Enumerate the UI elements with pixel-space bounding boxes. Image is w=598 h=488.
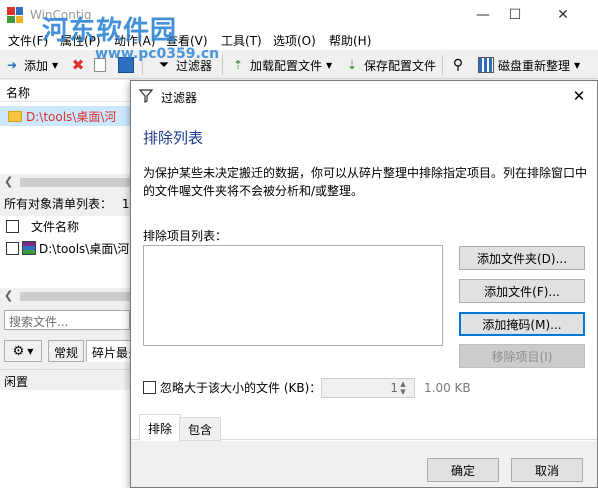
- size-hint: 1.00 KB: [424, 381, 471, 395]
- ok-button[interactable]: 确定: [427, 458, 499, 482]
- exclusion-list-label: 排除项目列表：: [143, 229, 228, 243]
- horizontal-scrollbar[interactable]: ❮: [0, 174, 130, 191]
- status-bar: 闲置: [0, 369, 130, 390]
- list-item-path: D:\tools\桌面\河: [26, 109, 117, 124]
- name-column-header[interactable]: 名称: [0, 80, 130, 102]
- add-label: 添加: [24, 58, 49, 73]
- watermark-logo: 河东软件园: [42, 16, 178, 46]
- load-config-label: 加载配置文件: [250, 58, 323, 73]
- all-objects-text: 所有对象清单列表：: [4, 197, 113, 211]
- dialog-title-bar: 过滤器 ✕: [131, 81, 597, 111]
- add-folder-button[interactable]: 添加文件夹(D)...: [459, 246, 585, 270]
- row-checkbox[interactable]: [6, 241, 19, 255]
- table-row[interactable]: D:\tools\桌面\河: [0, 238, 130, 258]
- close-button[interactable]: ✕: [540, 0, 586, 30]
- defrag-label: 磁盘重新整理: [498, 58, 571, 73]
- list-item[interactable]: D:\tools\桌面\河: [0, 106, 130, 126]
- app-icon: [7, 7, 23, 23]
- file-name-header[interactable]: 文件名称: [31, 218, 79, 235]
- dialog-footer: 确定 取消: [131, 441, 597, 487]
- watermark-url: www.pc0359.cn: [95, 46, 220, 62]
- search-input[interactable]: 搜索文件...: [4, 310, 130, 330]
- all-objects-label: 所有对象清单列表： 1: [4, 195, 129, 212]
- dialog-description: 为保护某些未决定搬迁的数据，你可以从碎片整理中排除指定项目。列在排除窗口中的文件…: [143, 166, 588, 198]
- scroll-left-icon[interactable]: ❮: [4, 289, 13, 302]
- chevron-down-icon: ▼: [574, 60, 581, 70]
- menu-options[interactable]: 选项(O): [273, 32, 316, 49]
- object-list: D:\tools\桌面\河: [0, 102, 130, 174]
- add-mask-button[interactable]: 添加掩码(M)...: [459, 312, 585, 336]
- add-icon: ➜: [6, 58, 18, 72]
- delete-icon: ✖: [71, 56, 85, 74]
- bottom-toolbar: ⚙ ▼ 常规 碎片最多: [0, 336, 147, 368]
- search-icon: ⚲: [452, 57, 464, 73]
- size-stepper[interactable]: ▲ ▼: [396, 379, 410, 397]
- chevron-down-icon: ▼: [326, 60, 333, 70]
- cancel-button[interactable]: 取消: [511, 458, 583, 482]
- select-all-checkbox[interactable]: [6, 219, 19, 233]
- dialog-close-button[interactable]: ✕: [561, 81, 597, 111]
- save-icon: ⇣: [346, 58, 358, 72]
- menu-tools[interactable]: 工具(T): [221, 32, 262, 49]
- ignore-size-option[interactable]: 忽略大于该大小的文件 (KB)：: [143, 379, 321, 396]
- all-objects-count: 1: [121, 197, 130, 211]
- ignore-size-checkbox[interactable]: [143, 381, 156, 394]
- exclusion-list[interactable]: [143, 245, 443, 346]
- chevron-down-icon: ▼: [52, 60, 59, 70]
- spin-down-icon[interactable]: ▼: [400, 388, 405, 396]
- chevron-down-icon: ▼: [27, 346, 34, 356]
- dialog-title: 过滤器: [161, 91, 198, 105]
- file-table-header: 文件名称: [0, 216, 130, 236]
- folder-icon: [8, 110, 22, 122]
- scroll-left-icon[interactable]: ❮: [4, 175, 13, 188]
- file-row-path: D:\tools\桌面\河: [39, 241, 130, 256]
- defrag-button[interactable]: 磁盘重新整理 ▼: [478, 55, 580, 75]
- remove-button[interactable]: ✖: [70, 55, 90, 75]
- ignore-size-label: 忽略大于该大小的文件 (KB)：: [160, 381, 322, 395]
- add-file-button[interactable]: 添加文件(F)...: [459, 279, 585, 303]
- dialog-heading: 排除列表: [143, 129, 204, 147]
- toolbar-separator: [442, 55, 443, 75]
- filter-icon: [139, 89, 153, 103]
- file-table: 文件名称 D:\tools\桌面\河: [0, 216, 130, 288]
- scrollbar-thumb[interactable]: [20, 292, 130, 301]
- tab-exclude[interactable]: 排除: [139, 414, 182, 441]
- tab-general[interactable]: 常规: [48, 340, 85, 362]
- spin-up-icon[interactable]: ▲: [400, 380, 405, 388]
- horizontal-scrollbar[interactable]: ❮: [0, 288, 130, 305]
- scrollbar-thumb[interactable]: [20, 178, 130, 187]
- maximize-button[interactable]: ☐: [492, 0, 538, 30]
- toolbar: ➜ 添加 ▼ ✖ ⏷ 过滤器 ⇡ 加载配置文件 ▼ ⇣ 保存配置文件 ⚲ 磁盘重…: [0, 51, 598, 79]
- gear-icon: ⚙: [12, 343, 25, 359]
- load-icon: ⇡: [232, 58, 244, 72]
- defrag-icon: [478, 57, 494, 73]
- remove-item-button[interactable]: 移除项目(I): [459, 344, 585, 368]
- load-config-button[interactable]: ⇡ 加载配置文件 ▼: [230, 55, 332, 75]
- add-button[interactable]: ➜ 添加 ▼: [4, 55, 58, 75]
- save-config-label: 保存配置文件: [364, 58, 437, 73]
- tab-include[interactable]: 包含: [179, 417, 222, 441]
- filter-dialog: 过滤器 ✕ 排除列表 为保护某些未决定搬迁的数据，你可以从碎片整理中排除指定项目…: [130, 80, 598, 488]
- dialog-tab-strip: 排除 包含: [131, 414, 597, 441]
- menu-help[interactable]: 帮助(H): [329, 32, 371, 49]
- toolbar-separator: [222, 55, 223, 75]
- search-button[interactable]: ⚲: [450, 55, 470, 75]
- settings-button[interactable]: ⚙ ▼: [4, 340, 42, 362]
- save-config-button[interactable]: ⇣ 保存配置文件: [344, 55, 436, 75]
- archive-icon: [22, 241, 36, 255]
